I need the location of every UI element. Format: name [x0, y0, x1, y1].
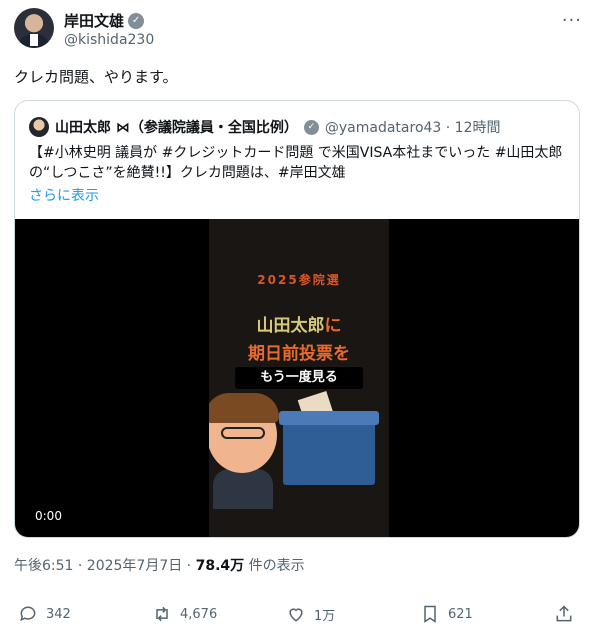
view-label: 件の表示	[244, 558, 305, 574]
ballot-box-illustration	[283, 415, 375, 485]
quote-author-name[interactable]: 山田太郎 ⋈（参議院議員・全国比例）	[55, 117, 298, 137]
video-title-line2: 期日前投票を	[248, 344, 350, 364]
share-button[interactable]	[554, 604, 574, 624]
reply-icon	[20, 606, 36, 622]
video-year-text: 2025参院選	[257, 273, 341, 287]
avatar-shirt	[30, 34, 38, 46]
video-title-name: 山田太郎	[256, 316, 325, 336]
bookmark-icon	[424, 605, 436, 623]
tweet-timestamp[interactable]: 午後6:51 · 2025年7月7日 ·	[14, 558, 196, 574]
repost-button[interactable]: 4,676	[152, 604, 217, 624]
repost-count: 4,676	[180, 606, 218, 622]
share-icon	[556, 605, 572, 622]
author-display-name[interactable]: 岸田文雄	[64, 10, 124, 31]
tweet-meta: 午後6:51 · 2025年7月7日 · 78.4万 件の表示	[14, 555, 305, 575]
author-avatar[interactable]	[14, 8, 54, 48]
video-title-line1: 山田太郎に	[209, 311, 389, 336]
show-more-link[interactable]: さらに表示	[29, 185, 99, 205]
quote-text: 【#小林史明 議員が #クレジットカード問題 で米国VISA本社までいった #山…	[29, 145, 563, 181]
ballot-box-lid	[279, 411, 379, 425]
video-player[interactable]: 2025参院選 山田太郎に 期日前投票を もう一度見る 0:00	[15, 219, 579, 537]
quote-handle-time[interactable]: @yamadataro43 · 12時間	[325, 117, 501, 137]
more-options-icon[interactable]: ···	[562, 10, 582, 31]
character-hair	[209, 393, 279, 423]
bookmark-count: 621	[448, 606, 473, 622]
action-bar: 342 4,676 1万 621	[14, 604, 580, 630]
character-body	[213, 469, 273, 509]
like-button[interactable]: 1万	[286, 604, 335, 624]
bookmark-button[interactable]: 621	[420, 604, 473, 624]
video-frame: 2025参院選 山田太郎に 期日前投票を もう一度見る	[209, 219, 389, 537]
like-count: 1万	[314, 608, 336, 624]
video-timestamp: 0:00	[35, 509, 62, 523]
view-count: 78.4万	[195, 558, 245, 574]
tweet-text: クレカ問題、やります。	[14, 68, 178, 86]
replay-button[interactable]: もう一度見る	[235, 367, 363, 389]
author-handle[interactable]: @kishida230	[64, 32, 154, 48]
reply-button[interactable]: 342	[18, 604, 71, 624]
quote-author-avatar[interactable]	[29, 117, 49, 137]
verified-badge-icon[interactable]: ✓	[128, 12, 145, 29]
author-name-row: 岸田文雄 ✓	[64, 10, 145, 31]
tweet-header: 岸田文雄 ✓ @kishida230 ···	[14, 8, 582, 52]
quote-verified-badge-icon: ✓	[303, 119, 319, 135]
character-glasses	[221, 427, 265, 439]
quoted-tweet[interactable]: 山田太郎 ⋈（参議院議員・全国比例） ✓ @yamadataro43 · 12時…	[14, 100, 580, 538]
repost-icon	[156, 606, 168, 622]
video-title-particle: に	[324, 316, 342, 336]
reply-count: 342	[46, 606, 71, 622]
heart-icon	[289, 608, 303, 622]
quote-header: 山田太郎 ⋈（参議院議員・全国比例） ✓ @yamadataro43 · 12時…	[55, 117, 500, 137]
